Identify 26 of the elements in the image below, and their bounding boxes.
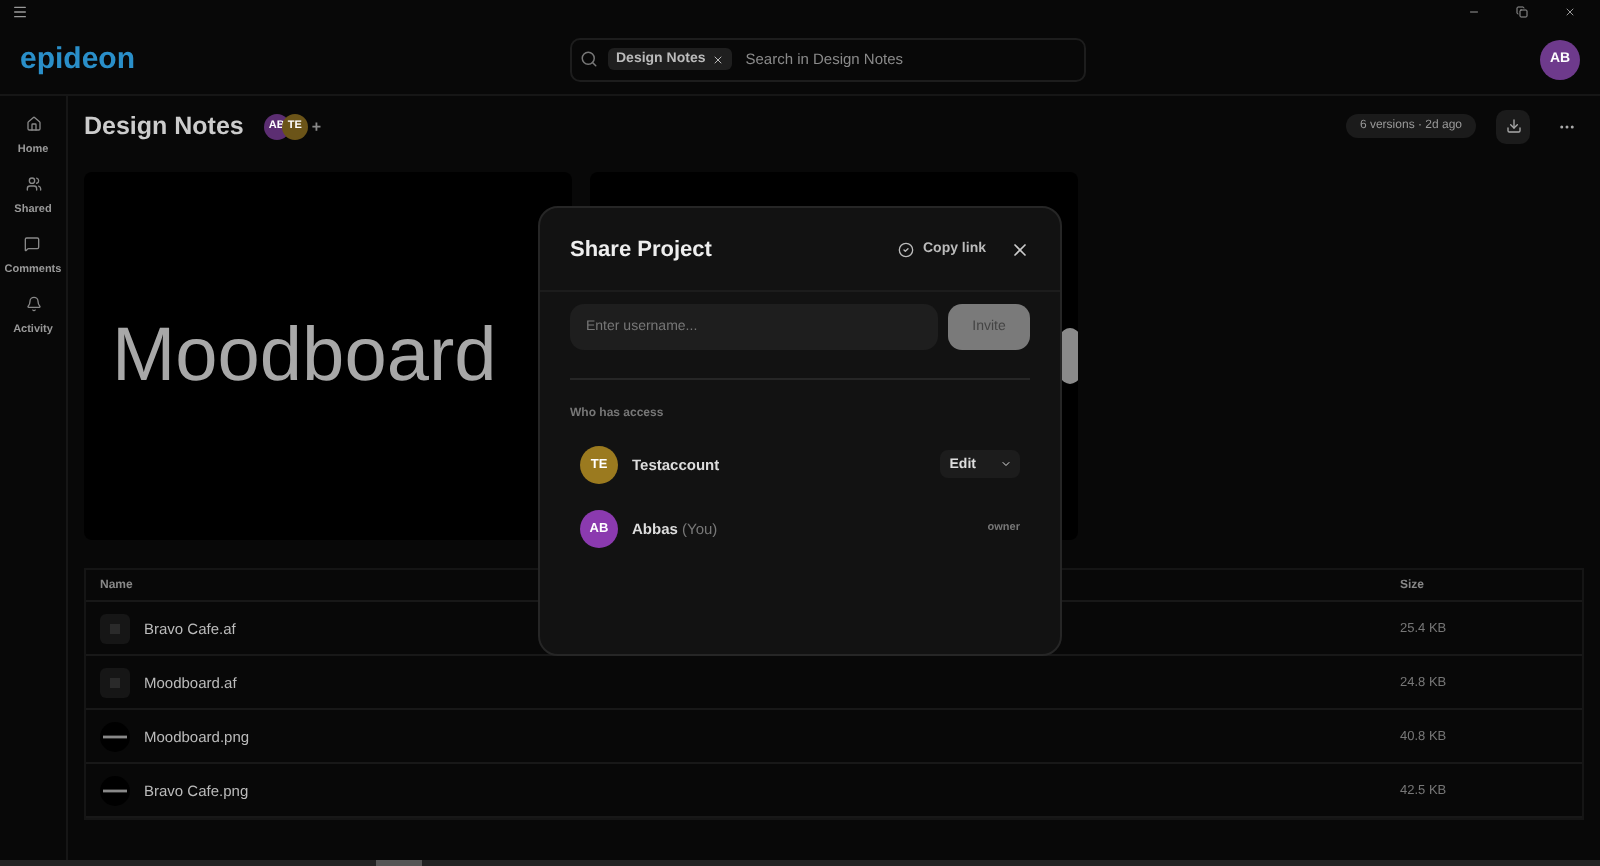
download-button[interactable] — [1496, 109, 1530, 143]
add-collaborator[interactable]: + — [311, 117, 322, 135]
project-title: Design Notes — [84, 112, 244, 140]
image-thumbnail-icon — [100, 775, 130, 805]
download-icon — [1505, 118, 1521, 134]
scrollbar-thumb[interactable] — [376, 860, 422, 866]
menu-icon[interactable] — [12, 4, 28, 20]
home-icon[interactable] — [25, 116, 41, 132]
file-icon — [100, 667, 130, 697]
file-icon — [100, 613, 130, 643]
close-icon[interactable] — [1564, 6, 1576, 18]
minimize-icon[interactable] — [1468, 6, 1480, 18]
dialog-title: Share Project — [570, 237, 714, 261]
check-icon — [898, 241, 915, 257]
chevron-icon — [1000, 458, 1012, 470]
shared-icon[interactable] — [25, 176, 41, 192]
search-icon — [580, 50, 598, 68]
restore-icon[interactable] — [1516, 6, 1528, 18]
close-button[interactable] — [1010, 239, 1030, 259]
remove-icon[interactable] — [711, 53, 724, 65]
app-logo: epideon — [20, 42, 138, 76]
comments-icon[interactable] — [24, 236, 41, 252]
image-thumbnail-icon — [100, 721, 130, 751]
preview-text: Moodboard — [112, 313, 497, 399]
activity-icon[interactable] — [25, 296, 41, 312]
file-card[interactable]: Moodboard — [84, 172, 572, 540]
